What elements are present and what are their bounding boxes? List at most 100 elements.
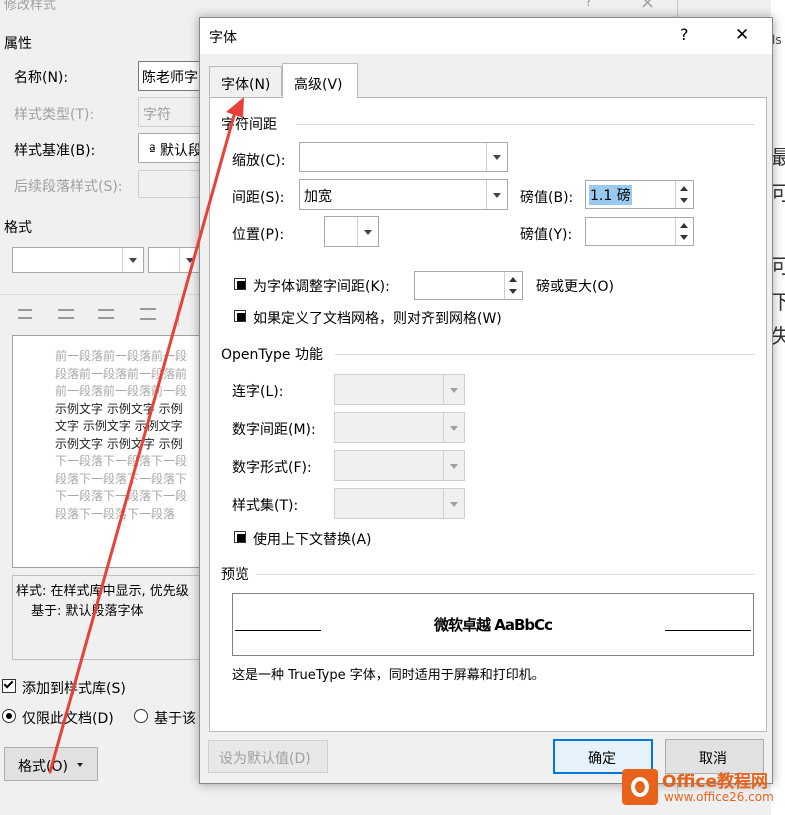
number-spacing-select[interactable] [334,412,465,443]
ligatures-label: 连字(L): [232,384,284,400]
snap-to-grid-checkbox[interactable] [234,310,246,322]
help-icon[interactable]: ? [680,25,689,44]
watermark-brand: Office教程网 [662,772,769,792]
align-center-icon[interactable] [58,309,74,319]
align-left-icon[interactable] [18,309,32,319]
add-to-gallery-label: 添加到样式库(S) [22,681,126,697]
spacing-pt-label: 磅值(B): [520,190,574,206]
next-style-label: 后续段落样式(S): [14,179,123,195]
contextual-alternates-checkbox[interactable] [234,531,246,543]
preview-line: 文字 示例文字 示例文字 [55,419,183,433]
style-description-box: 样式: 在样式库中显示, 优先级 基于: 默认段落字体 [12,575,208,660]
chevron-down-icon [486,143,507,171]
document-line-2: 可 [771,181,785,205]
style-type-select[interactable]: 字符 [138,97,208,127]
position-select[interactable] [324,216,379,247]
position-pt-spinner[interactable] [585,217,694,246]
next-style-select[interactable] [138,170,208,198]
style-based-value: ª 默认段 [149,143,203,159]
watermark-logo: Office教程网 www.office26.com [620,765,782,811]
tab-font-label: 字体(N) [221,77,271,93]
style-preview-box: 前一段落前一段落前一段 段落前一段落前一段落前 前一段落前一段落前一段 示例文字 示例… [12,335,208,568]
style-type-label: 样式类型(T): [14,107,95,123]
preview-line: 示例文字 示例文字 示例 [55,401,183,416]
checkmark-icon [3,678,14,689]
style-description-line2: 基于: 默认段落字体 [31,604,144,619]
based-on-template-label: 基于该 [154,711,196,727]
preview-line: 段落下一段落下一段落下 [55,471,188,486]
chevron-down-icon [122,248,143,272]
spin-down-icon[interactable] [509,289,517,294]
chevron-down-icon [443,375,464,404]
name-input[interactable]: 陈老师字 [138,61,208,91]
preview-line: 段落前一段落前一段落前 [55,366,188,381]
font-name-select[interactable] [12,247,144,273]
document-line-5: 失 [771,324,785,348]
preview-section-title: 预览 [221,567,249,583]
kerning-suffix: 磅或更大(O) [536,279,614,295]
spin-up-icon[interactable] [680,186,688,191]
style-description-line1: 样式: 在样式库中显示, 优先级 [16,584,189,599]
spin-down-icon[interactable] [680,198,688,203]
snap-to-grid-label: 如果定义了文档网格，则对齐到网格(W) [253,311,502,327]
document-area: ls 最 可 可 下 失 [771,0,785,815]
close-icon[interactable]: ✕ [735,25,749,45]
modify-style-close-icon[interactable]: × [640,0,655,13]
document-line-3: 可 [771,254,785,278]
preview-divider [256,574,755,575]
preview-line: 示例文字 示例文字 示例 [55,436,183,451]
number-forms-select[interactable] [334,450,465,481]
add-to-gallery-checkbox[interactable] [2,678,16,693]
radio-dot-icon [6,713,12,719]
kerning-checkbox[interactable] [234,278,246,290]
based-on-template-radio[interactable] [134,709,148,723]
watermark-url: www.office26.com [664,790,774,804]
spacing-value: 加宽 [304,189,332,205]
kerning-label: 为字体调整字间距(K): [253,279,390,295]
stylistic-sets-select[interactable] [334,488,465,519]
dropdown-arrow-icon [77,763,83,767]
spin-up-icon[interactable] [509,277,517,282]
font-dialog: 字体 ? ✕ 字体(N) 高级(V) 字符间距 缩放(C): 间距(S): 加宽… [199,17,773,784]
spacing-pt-spinner[interactable]: 1.1 磅 [585,180,694,209]
office-logo-icon [622,769,658,805]
kerning-spinner[interactable] [414,271,523,300]
align-right-icon[interactable] [98,309,114,319]
spin-down-icon[interactable] [680,235,688,240]
ligatures-select[interactable] [334,374,465,405]
properties-section-title: 属性 [4,36,32,52]
set-default-button[interactable]: 设为默认值(D) [208,740,328,773]
preview-line: 前一段落前一段落前一段 [55,384,188,398]
only-this-doc-radio[interactable] [2,709,16,723]
tab-advanced[interactable]: 高级(V) [282,63,358,98]
opentype-section-title: OpenType 功能 [221,347,323,363]
tab-font[interactable]: 字体(N) [209,66,282,96]
toolbar-separator [0,294,208,295]
style-based-label: 样式基准(B): [14,143,96,159]
opentype-divider [335,354,755,355]
char-spacing-section-title: 字符间距 [221,117,277,133]
document-line-4: 下 [771,290,785,314]
chevron-down-icon [443,489,464,518]
set-default-label: 设为默认值(D) [219,751,311,767]
spacing-label: 间距(S): [232,190,285,206]
align-justify-icon[interactable] [140,308,156,320]
style-based-select[interactable]: ª 默认段 [138,133,208,163]
preview-sample-text: 微软卓越 AaBbCc [433,616,553,634]
format-menu-button[interactable]: 格式(O) [4,747,98,781]
style-type-value: 字符 [143,107,171,123]
chevron-down-icon [486,180,507,209]
chevron-down-icon [443,451,464,480]
scale-select[interactable] [299,142,508,172]
spacing-select[interactable]: 加宽 [299,179,508,210]
format-section-title: 格式 [4,220,32,236]
number-forms-label: 数字形式(F): [232,460,312,476]
only-this-doc-label: 仅限此文档(D) [22,711,114,727]
toolbar-divider [178,300,179,326]
spin-up-icon[interactable] [680,223,688,228]
modify-style-help-icon[interactable]: ? [585,0,592,10]
font-preview-box: 微软卓越 AaBbCc [232,593,754,656]
chevron-down-icon [357,217,378,246]
ok-label: 确定 [588,751,616,767]
advanced-tab-panel: 字符间距 缩放(C): 间距(S): 加宽 磅值(B): 1.1 磅 位置(P)… [209,97,767,732]
